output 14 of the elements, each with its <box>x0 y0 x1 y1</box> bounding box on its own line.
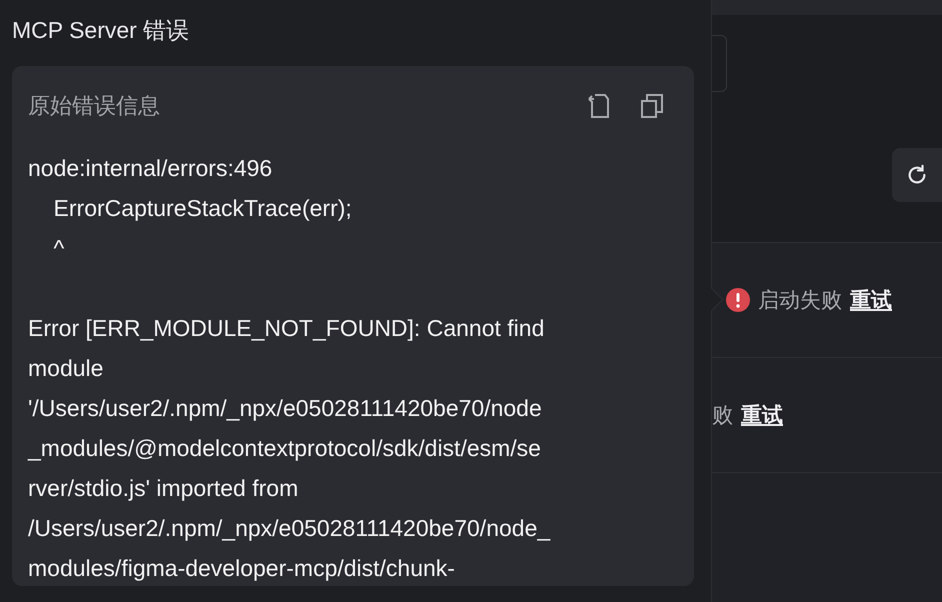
copy-icon[interactable] <box>640 93 664 119</box>
status-text: 败 <box>712 403 733 429</box>
error-icon <box>726 288 750 312</box>
refresh-icon <box>906 164 928 186</box>
input-field[interactable] <box>712 35 727 92</box>
card-title: 原始错误信息 <box>28 92 160 120</box>
error-message: node:internal/errors:496 ErrorCaptureStackTrace(err); ^ <box>28 154 353 263</box>
error-message: Error [ERR_MODULE_NOT_FOUND]: Cannot find module '/Users/user2/.npm/_npx/e05028111420be70/node _modules/@modelcontextprotocol/sdk/dist/esm/se rver/stdio.js' imported from /Users/user2/.npm/_npx/e05028111420be70/node_ modules/figma-developer-mcp/dist/chunk- <box>28 314 552 583</box>
refresh-button[interactable] <box>892 148 942 202</box>
file-icon[interactable] <box>586 93 612 119</box>
retry-link[interactable]: 重试 <box>741 401 783 429</box>
popover-title: MCP Server 错误 <box>12 16 190 45</box>
status-text: 启动失败 <box>758 288 842 314</box>
retry-link[interactable]: 重试 <box>850 286 892 314</box>
